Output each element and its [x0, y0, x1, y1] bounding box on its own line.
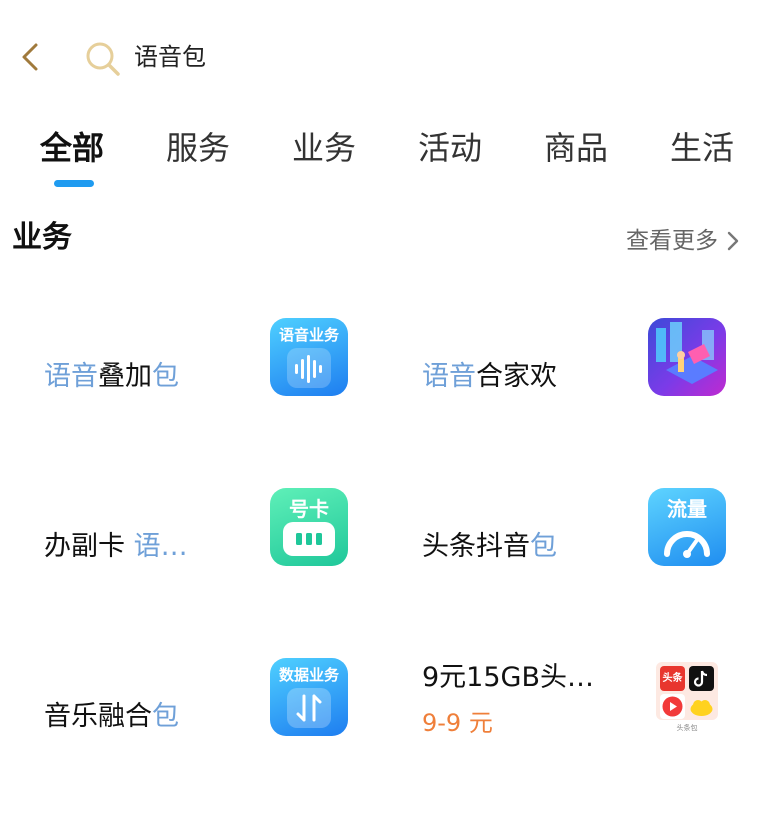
tab-all[interactable]: 全部 [40, 126, 104, 170]
family-plan-icon [648, 318, 726, 396]
tab-service[interactable]: 服务 [166, 126, 230, 170]
isometric-office-illustration [656, 322, 718, 384]
voice-service-icon: 语音业务 [270, 318, 348, 396]
item-title: 头条抖音包 [422, 527, 622, 567]
category-tabs: 全部 服务 业务 活动 商品 生活 [0, 118, 777, 198]
back-button[interactable] [14, 38, 48, 76]
cloud-app-icon [690, 700, 713, 716]
data-flow-icon: 流量 [648, 488, 726, 566]
see-more-label: 查看更多 [626, 228, 718, 254]
icon-label: 号卡 [289, 497, 329, 521]
item-title: 音乐融合包 [44, 697, 244, 737]
title-segment: 语… [133, 531, 188, 562]
tab-activity[interactable]: 活动 [418, 126, 482, 170]
title-segment: 办副卡 [44, 531, 134, 562]
toutiao-logo: 头条 [660, 666, 685, 691]
tab-life[interactable]: 生活 [670, 126, 734, 170]
card-shape-icon [283, 522, 335, 556]
data-transfer-icon [287, 688, 331, 728]
video-play-icon [660, 694, 685, 719]
title-segment: 语音 [44, 361, 98, 392]
search-icon [86, 42, 120, 76]
douyin-logo-icon [689, 666, 714, 691]
icon-label: 数据业务 [278, 666, 339, 684]
chevron-left-icon [22, 43, 38, 71]
item-title: 9元15GB头… [422, 658, 612, 698]
title-segment: 音乐融合 [44, 701, 152, 732]
icon-label: 语音业务 [278, 326, 339, 344]
result-item-9yuan-15gb[interactable]: 9元15GB头… 9-9 元 头条 头条包 [422, 658, 777, 778]
active-tab-indicator [54, 180, 94, 187]
result-item-toutiao-douyin[interactable]: 头条抖音包 流量 [422, 488, 777, 608]
title-segment: 语音 [422, 361, 476, 392]
gauge-icon [664, 531, 710, 558]
sim-card-icon: 号卡 [270, 488, 348, 566]
see-more-link[interactable]: 查看更多 [626, 224, 740, 258]
section-title: 业务 [12, 220, 72, 255]
item-title: 办副卡 语… [44, 527, 214, 567]
title-segment: 9元15GB头… [422, 662, 594, 693]
title-segment: 叠加 [98, 361, 152, 392]
title-segment: 包 [152, 361, 179, 392]
result-item-music-bundle[interactable]: 音乐融合包 数据业务 [44, 658, 404, 778]
result-item-voice-addon[interactable]: 语音叠加包 语音业务 [44, 318, 404, 438]
data-service-icon: 数据业务 [270, 658, 348, 736]
item-title: 语音叠加包 [44, 357, 244, 397]
app-bundle-icon: 头条 头条包 [648, 658, 726, 736]
icon-caption: 头条包 [676, 724, 698, 732]
chevron-right-icon [727, 231, 739, 251]
title-segment: 头条抖音 [422, 531, 530, 562]
title-segment: 合家欢 [476, 361, 557, 392]
item-title: 语音合家欢 [422, 357, 622, 397]
title-segment: 包 [152, 701, 179, 732]
sound-wave-icon [287, 348, 331, 388]
search-input[interactable]: 语音包 [134, 40, 206, 74]
icon-label: 流量 [667, 497, 707, 521]
result-item-secondary-card[interactable]: 办副卡 语… 号卡 [44, 488, 404, 608]
top-bar: 语音包 [0, 0, 777, 110]
title-segment: 包 [530, 531, 557, 562]
result-item-voice-family[interactable]: 语音合家欢 [422, 318, 777, 438]
tab-business[interactable]: 业务 [292, 126, 356, 170]
item-price: 9-9 元 [422, 709, 493, 737]
tab-goods[interactable]: 商品 [544, 126, 608, 170]
